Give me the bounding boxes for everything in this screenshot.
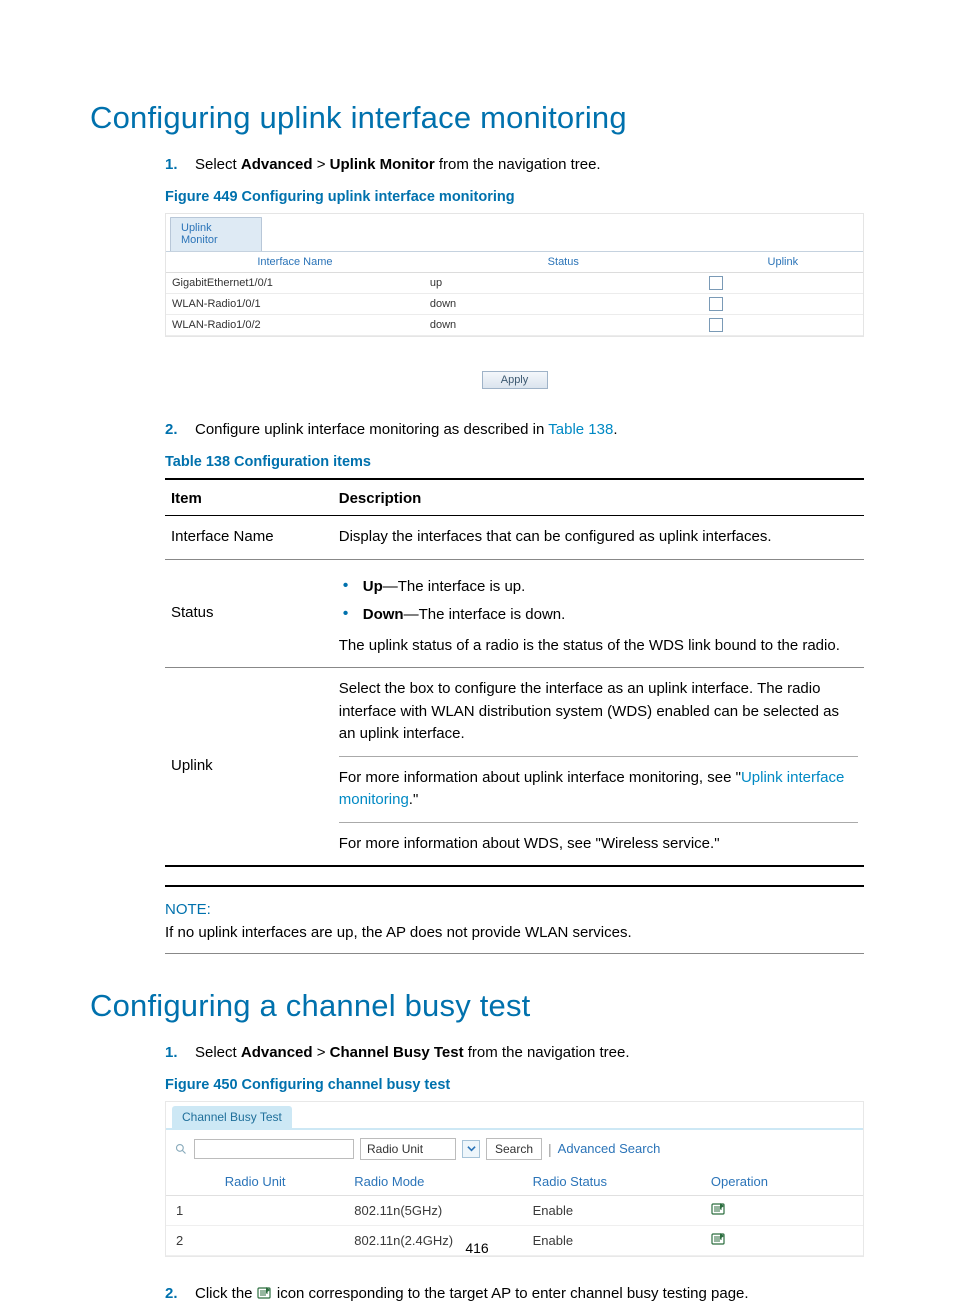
radio-unit-select[interactable]: Radio Unit [360,1138,456,1160]
page-number: 416 [0,1240,954,1256]
figure-450: Channel Busy Test Radio Unit Search | Ad… [165,1101,864,1257]
uplink-table: Interface Name Status Uplink GigabitEthe… [166,252,863,336]
note-body: If no uplink interfaces are up, the AP d… [165,922,864,945]
search-icon [174,1142,188,1156]
table-138-caption: Table 138 Configuration items [165,454,864,470]
radio-col-unit: Radio Unit [166,1170,344,1196]
chevron-down-icon[interactable] [462,1140,480,1158]
apply-button[interactable]: Apply [482,371,548,389]
uplink-col-interface: Interface Name [166,252,424,273]
radio-row: 1 802.11n(5GHz) Enable [166,1195,863,1225]
table-row: Uplink Select the box to configure the i… [165,668,864,867]
radio-col-operation: Operation [701,1170,863,1196]
table-row: Interface Name Display the interfaces th… [165,516,864,560]
table-138: Item Description Interface Name Display … [165,478,864,867]
table-138-link[interactable]: Table 138 [548,421,613,438]
uplink-row: WLAN-Radio1/0/1 down [166,294,863,315]
note-label: NOTE: [165,901,864,918]
figure-449: Uplink Monitor Interface Name Status Upl… [165,213,864,337]
search-button[interactable]: Search [486,1138,542,1160]
operation-icon [257,1285,273,1299]
uplink-checkbox[interactable] [709,297,723,311]
figure-450-caption: Figure 450 Configuring channel busy test [165,1077,864,1093]
radio-col-status: Radio Status [523,1170,701,1196]
uplink-checkbox[interactable] [709,276,723,290]
tbl138-col-item: Item [165,479,333,516]
tbl138-col-desc: Description [333,479,864,516]
heading-uplink: Configuring uplink interface monitoring [90,100,864,136]
uplink-checkbox[interactable] [709,318,723,332]
advanced-search-link[interactable]: Advanced Search [558,1141,661,1156]
uplink-step-2: 2. Configure uplink interface monitoring… [165,419,864,440]
channel-step-1: 1. Select Advanced > Channel Busy Test f… [165,1042,864,1063]
uplink-col-status: Status [424,252,703,273]
channel-step-2: 2. Click the icon corresponding to the t… [165,1283,864,1304]
search-input[interactable] [194,1139,354,1159]
radio-col-mode: Radio Mode [344,1170,522,1196]
heading-channel: Configuring a channel busy test [90,988,864,1024]
uplink-step-1: 1. Select Advanced > Uplink Monitor from… [165,154,864,175]
channel-busy-test-tab[interactable]: Channel Busy Test [172,1106,292,1128]
table-row: Status Up—The interface is up. Down—The … [165,559,864,668]
uplink-row: GigabitEthernet1/0/1 up [166,273,863,294]
figure-449-caption: Figure 449 Configuring uplink interface … [165,189,864,205]
uplink-row: WLAN-Radio1/0/2 down [166,315,863,336]
uplink-monitor-tab[interactable]: Uplink Monitor [170,217,262,251]
uplink-col-uplink: Uplink [703,252,863,273]
operation-icon[interactable] [711,1202,727,1216]
